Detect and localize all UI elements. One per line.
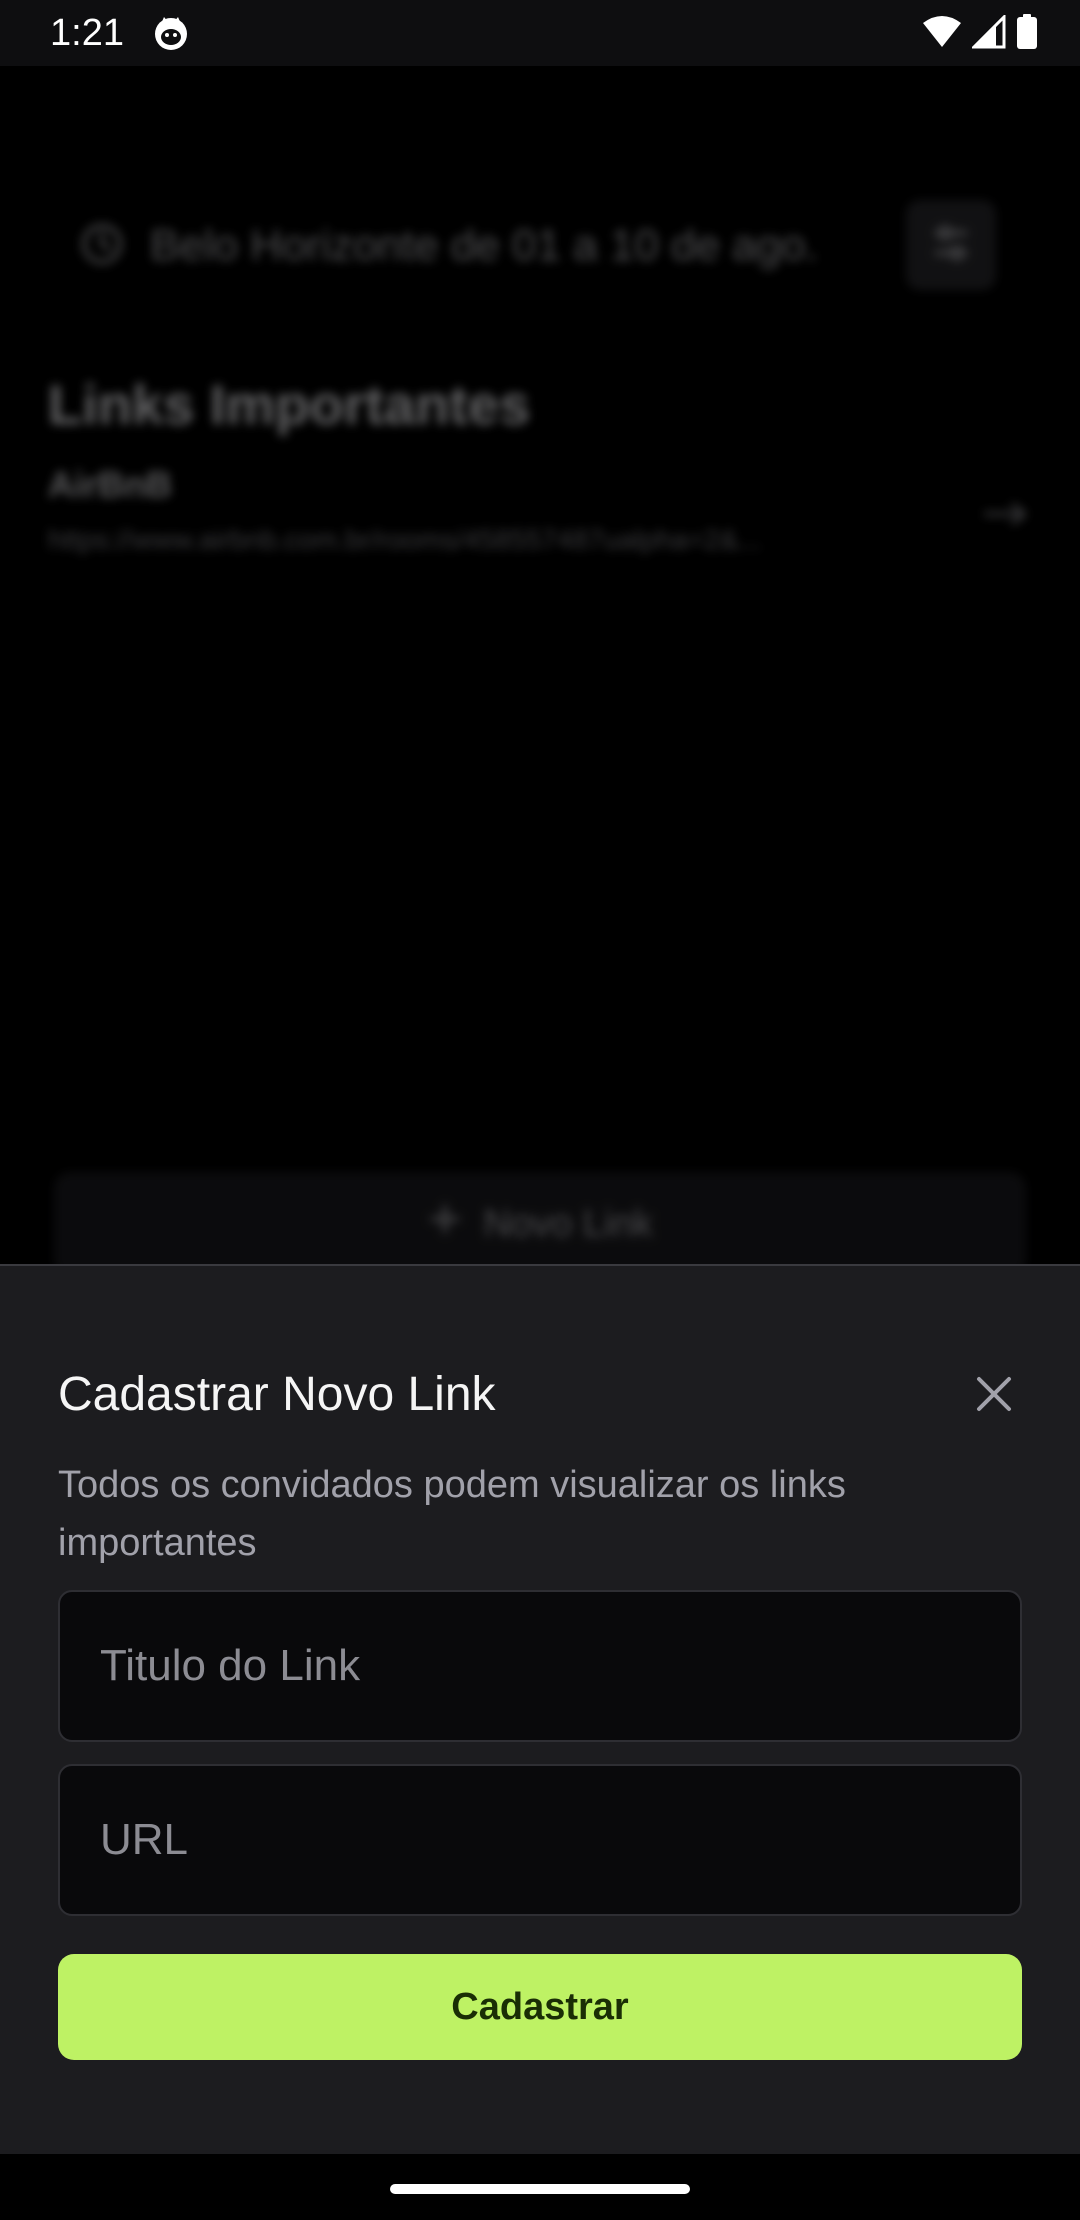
link-url-input[interactable] xyxy=(58,1764,1022,1916)
navigation-bar xyxy=(0,2154,1080,2220)
home-gesture-handle[interactable] xyxy=(390,2184,690,2194)
background-page: Belo Horizonte de 01 a 10 de ago. Links … xyxy=(0,66,1080,1276)
cat-face-icon xyxy=(152,14,190,52)
links-section-title: Links Importantes xyxy=(48,373,531,436)
link-title-input[interactable] xyxy=(58,1590,1022,1742)
new-link-label: Novo Link xyxy=(483,1202,653,1245)
plus-icon xyxy=(428,1202,462,1246)
close-icon xyxy=(974,1374,1014,1419)
status-time: 1:21 xyxy=(50,12,124,54)
trip-label: Belo Horizonte de 01 a 10 de ago. xyxy=(150,221,818,270)
status-icons xyxy=(922,12,1038,55)
sheet-description: Todos os convidados podem visualizar os … xyxy=(58,1464,846,1564)
trip-info-bar: Belo Horizonte de 01 a 10 de ago. xyxy=(80,196,980,296)
calendar-icon xyxy=(80,222,124,271)
trip-settings-button xyxy=(906,200,996,290)
settings-icon xyxy=(929,221,973,270)
status-bar: 1:21 xyxy=(0,0,1080,66)
cell-signal-icon xyxy=(970,12,1006,54)
new-link-button: Novo Link xyxy=(54,1172,1026,1276)
new-link-sheet: Cadastrar Novo Link Todos os convidados … xyxy=(0,1264,1080,2154)
sheet-title: Cadastrar Novo Link xyxy=(58,1368,496,1421)
screen: 1:21 Belo Horizonte de 01 a 10 de ago. L… xyxy=(0,0,1080,2220)
submit-button[interactable]: Cadastrar xyxy=(58,1954,1022,2060)
link-item-title: AirBnB xyxy=(48,464,172,505)
link-external-icon xyxy=(974,494,1034,534)
battery-icon xyxy=(1016,13,1038,55)
link-item-url: https://www.airbnb.com.br/rooms/45855748… xyxy=(48,524,762,555)
wifi-icon xyxy=(922,15,962,54)
close-button[interactable] xyxy=(964,1366,1024,1426)
